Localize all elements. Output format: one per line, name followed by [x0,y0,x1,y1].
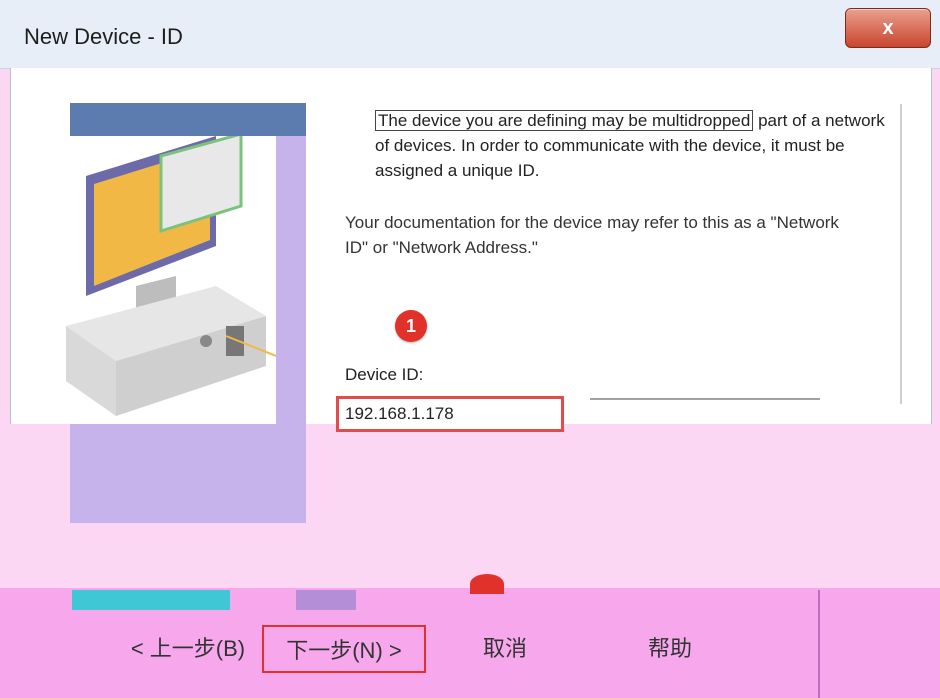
illustration-header [70,103,306,136]
next-button[interactable]: 下一步(N) > [262,625,426,673]
description-text: The device you are defining may be multi… [375,108,895,183]
documentation-note: Your documentation for the device may re… [345,213,839,257]
separator [590,398,820,400]
back-button[interactable]: < 上一步(B) [128,625,248,669]
computer-illustration [66,132,277,424]
window-title: New Device - ID [24,24,183,49]
step-marker-2 [470,574,504,594]
device-id-label: Device ID: [345,365,424,384]
step-marker: 1 [395,310,427,342]
decorative-strip [72,590,230,610]
close-icon: x [882,16,894,39]
help-button[interactable]: 帮助 [615,625,725,669]
cancel-button[interactable]: 取消 [450,625,560,669]
computer-icon [66,132,277,416]
close-button[interactable]: x [845,8,931,48]
description-line1: The device you are defining may be multi… [375,110,754,131]
vertical-divider [900,104,902,404]
frame-edge [818,590,940,698]
decorative-strip [296,590,356,610]
device-id-input[interactable] [336,396,564,432]
